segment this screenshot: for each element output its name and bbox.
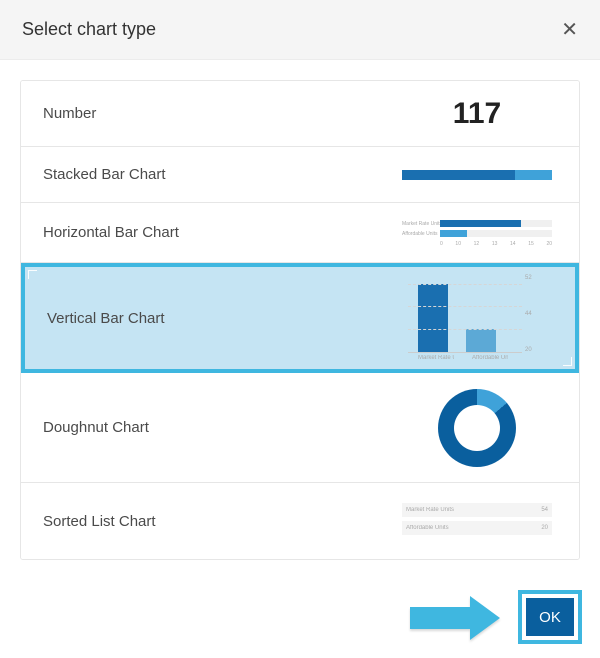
chart-type-list: Number 117 Stacked Bar Chart Horizontal … xyxy=(20,80,580,560)
chart-option-stacked-bar[interactable]: Stacked Bar Chart xyxy=(21,147,579,203)
preview-stacked-bar xyxy=(397,147,557,202)
number-value: 117 xyxy=(453,97,501,131)
chart-option-doughnut[interactable]: Doughnut Chart xyxy=(21,373,579,483)
doughnut-icon xyxy=(438,389,516,467)
vertical-bar-icon: 52 44 20 xyxy=(408,275,538,353)
preview-horizontal-bar: Market Rate Units Affordable Units 0 10 … xyxy=(397,203,557,262)
dialog-footer: OK xyxy=(0,588,600,658)
select-chart-type-dialog: Select chart type ✕ Number 117 Stacked B… xyxy=(0,0,600,658)
stacked-bar-icon xyxy=(402,170,552,180)
horizontal-bar-icon: Market Rate Units Affordable Units 0 10 … xyxy=(402,219,552,247)
arrow-annotation-icon xyxy=(410,596,500,640)
sorted-list-icon: Market Rate Units54 Affordable Units20 xyxy=(402,503,552,539)
close-icon[interactable]: ✕ xyxy=(561,20,578,40)
chart-option-number[interactable]: Number 117 xyxy=(21,81,579,147)
option-label: Stacked Bar Chart xyxy=(43,166,166,183)
option-label: Number xyxy=(43,105,96,122)
option-label: Horizontal Bar Chart xyxy=(43,224,179,241)
preview-doughnut xyxy=(397,373,557,482)
preview-sorted-list: Market Rate Units54 Affordable Units20 xyxy=(397,483,557,559)
option-label: Doughnut Chart xyxy=(43,419,149,436)
chart-option-sorted-list[interactable]: Sorted List Chart Market Rate Units54 Af… xyxy=(21,483,579,559)
dialog-body: Number 117 Stacked Bar Chart Horizontal … xyxy=(0,60,600,588)
option-label: Sorted List Chart xyxy=(43,513,156,530)
chart-option-vertical-bar[interactable]: Vertical Bar Chart 52 xyxy=(21,263,579,373)
preview-number: 117 xyxy=(397,81,557,146)
ok-button-highlight: OK xyxy=(518,590,582,644)
dialog-title: Select chart type xyxy=(22,19,156,40)
dialog-header: Select chart type ✕ xyxy=(0,0,600,60)
preview-vertical-bar: 52 44 20 Market Rate Units Affordable Un… xyxy=(393,267,553,369)
option-label: Vertical Bar Chart xyxy=(47,310,165,327)
chart-option-horizontal-bar[interactable]: Horizontal Bar Chart Market Rate Units A… xyxy=(21,203,579,263)
ok-button[interactable]: OK xyxy=(526,598,574,636)
